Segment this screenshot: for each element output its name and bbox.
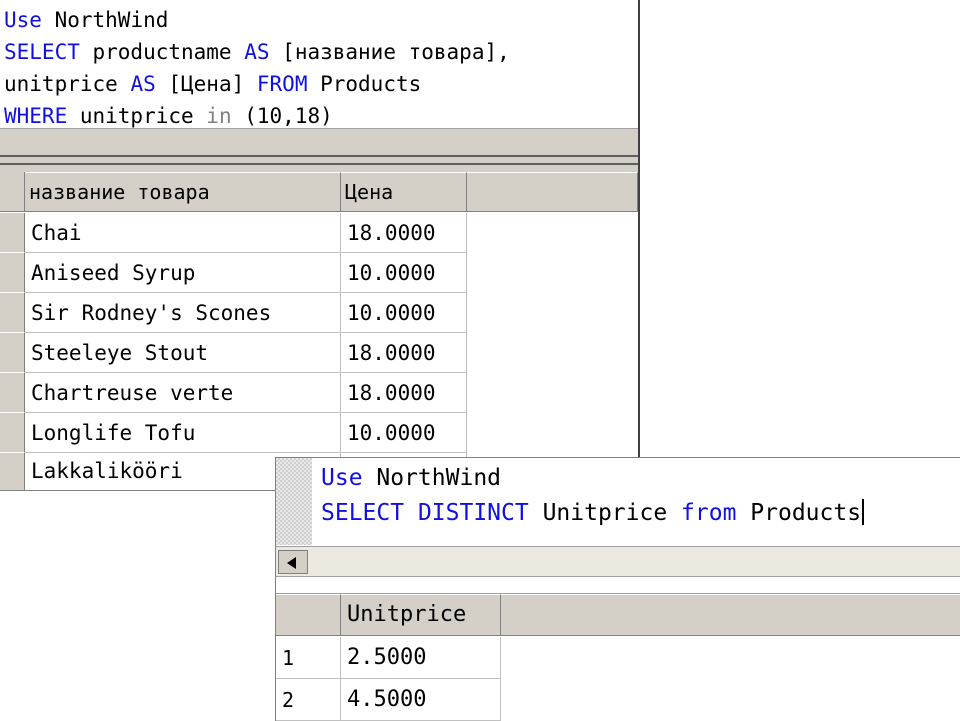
keyword: AS xyxy=(130,72,156,96)
table-cell[interactable]: 18.0000 xyxy=(341,213,467,253)
keyword: from xyxy=(681,500,737,526)
grid-corner[interactable] xyxy=(0,172,25,212)
table-cell[interactable]: Longlife Tofu xyxy=(25,413,341,453)
horizontal-scrollbar[interactable] xyxy=(276,546,960,577)
column-header-empty xyxy=(501,594,960,636)
keyword: FROM xyxy=(256,72,308,96)
table-cell[interactable]: 18.0000 xyxy=(341,373,467,413)
keyword: DISTINCT xyxy=(404,500,529,526)
table-cell[interactable]: Sir Rodney's Scones xyxy=(25,293,341,333)
splitter-gap xyxy=(276,577,960,594)
code-text: Products xyxy=(307,72,422,96)
sql-editor-1[interactable]: Use NorthWind SELECT productname AS [наз… xyxy=(0,0,638,128)
splitter-line xyxy=(0,155,638,157)
code-line-1: Use NorthWind xyxy=(4,6,168,34)
row-header[interactable] xyxy=(0,333,25,373)
table-cell[interactable]: Aniseed Syrup xyxy=(25,253,341,293)
keyword: SELECT xyxy=(4,40,80,64)
code-text: Products xyxy=(736,500,862,526)
code-line-3: unitprice AS [Цена] FROM Products xyxy=(4,70,421,98)
editor-margin xyxy=(276,458,312,545)
keyword: WHERE xyxy=(4,104,68,128)
query-window-1: Use NorthWind SELECT productname AS [наз… xyxy=(0,0,640,491)
code-text: productname xyxy=(79,40,245,64)
column-header-unitprice[interactable]: Unitprice xyxy=(341,594,501,636)
table-cell[interactable]: 10.0000 xyxy=(341,293,467,333)
keyword: AS xyxy=(244,40,270,64)
table-cell[interactable]: 18.0000 xyxy=(341,333,467,373)
table-cell[interactable]: 2.5000 xyxy=(341,637,501,679)
code-line-4: WHERE unitprice in (10,18) xyxy=(4,102,333,130)
text-caret xyxy=(862,499,865,525)
code-line-2: SELECT productname AS [название товара], xyxy=(4,38,510,66)
code-line-1[interactable]: Use NorthWind xyxy=(321,462,501,494)
table-cell[interactable]: 10.0000 xyxy=(341,413,467,453)
operator: in xyxy=(206,104,232,128)
column-header-price[interactable]: Цена xyxy=(341,172,467,212)
row-header[interactable] xyxy=(0,453,25,490)
code-text: (10,18) xyxy=(231,104,333,128)
row-header[interactable] xyxy=(0,213,25,253)
code-text: [название товара], xyxy=(269,40,510,64)
row-header[interactable] xyxy=(0,293,25,333)
keyword: Use xyxy=(321,465,363,491)
splitter-line xyxy=(0,163,638,165)
keyword: Use xyxy=(4,8,42,32)
table-cell[interactable]: Steeleye Stout xyxy=(25,333,341,373)
results-grid-1[interactable]: название товара Цена Chai 18.0000 Anisee… xyxy=(0,172,638,490)
code-text: unitprice xyxy=(67,104,207,128)
table-cell[interactable]: 10.0000 xyxy=(341,253,467,293)
code-line-2[interactable]: SELECT DISTINCT Unitprice from Products xyxy=(321,497,865,529)
table-cell[interactable]: 4.5000 xyxy=(341,679,501,721)
code-text: unitprice xyxy=(4,72,131,96)
query-window-2: Use NorthWind SELECT DISTINCT Unitprice … xyxy=(275,457,960,721)
table-cell[interactable]: Chai xyxy=(25,213,341,253)
code-text: Unitprice xyxy=(528,500,682,526)
keyword: SELECT xyxy=(321,500,405,526)
code-text: NorthWind xyxy=(362,465,502,491)
scroll-left-arrow-icon[interactable] xyxy=(278,550,308,574)
row-header[interactable] xyxy=(0,413,25,453)
row-header[interactable] xyxy=(0,253,25,293)
results-splitter[interactable] xyxy=(0,128,638,173)
row-number[interactable]: 1 xyxy=(276,637,341,679)
table-cell[interactable]: Chartreuse verte xyxy=(25,373,341,413)
results-grid-2[interactable]: Unitprice 1 2.5000 2 4.5000 xyxy=(276,594,960,721)
row-number[interactable]: 2 xyxy=(276,679,341,721)
grid-corner[interactable] xyxy=(276,594,341,636)
column-header-name[interactable]: название товара xyxy=(25,172,341,212)
column-header-empty xyxy=(467,172,638,212)
code-text: [Цена] xyxy=(155,72,257,96)
row-header[interactable] xyxy=(0,373,25,413)
code-text: NorthWind xyxy=(41,8,169,32)
